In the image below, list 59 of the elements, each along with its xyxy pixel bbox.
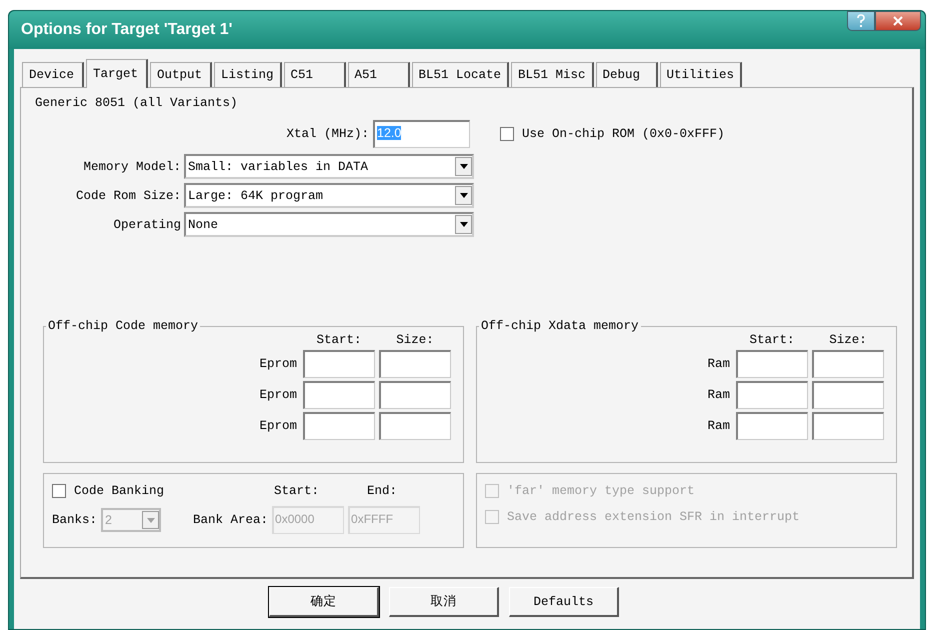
row-label: Eprom	[258, 388, 298, 402]
device-name: Generic 8051 (all Variants)	[35, 96, 238, 110]
input-field[interactable]	[379, 381, 451, 409]
column-header: Start:	[315, 333, 362, 347]
close-icon	[892, 15, 904, 27]
tab[interactable]: Output	[150, 62, 212, 87]
tab[interactable]: Debug	[596, 62, 658, 87]
column-header: Start:	[748, 333, 796, 347]
group-title: Off-chip Xdata memory	[480, 319, 640, 333]
tab[interactable]: Listing	[214, 62, 282, 87]
dropdown[interactable]: None	[184, 212, 474, 237]
row-label: Ram	[706, 357, 731, 371]
column-header: Size:	[828, 333, 868, 347]
column-header: Start:	[274, 484, 320, 498]
input-field[interactable]	[303, 350, 375, 378]
input-field[interactable]	[736, 381, 808, 409]
checkbox-label: 'far' memory type support	[507, 484, 695, 498]
input-field[interactable]	[379, 350, 451, 378]
row-label: Eprom	[258, 419, 298, 433]
close-button[interactable]	[875, 11, 921, 31]
checkbox-label: Save address extension SFR in interrupt	[507, 510, 800, 524]
bank-area-label: Bank Area:	[193, 513, 268, 527]
input-field[interactable]	[736, 350, 808, 378]
select-label: Code Rom Size:	[74, 188, 182, 202]
input-field[interactable]	[812, 350, 884, 378]
column-header: Size:	[395, 333, 435, 347]
dialog-button[interactable]: 取消	[389, 587, 499, 617]
select-label: Operating	[112, 218, 182, 232]
row-label: Ram	[706, 419, 731, 433]
help-button[interactable]	[847, 11, 875, 31]
input-field[interactable]	[812, 381, 884, 409]
row-label: Eprom	[258, 357, 298, 371]
dialog-button[interactable]: Defaults	[509, 587, 619, 617]
input-field[interactable]	[303, 381, 375, 409]
input-field[interactable]	[303, 412, 375, 440]
tab[interactable]: C51	[284, 62, 346, 87]
select-label: Memory Model:	[82, 160, 182, 174]
tab[interactable]: Device	[22, 62, 84, 87]
tab[interactable]: Target	[86, 59, 148, 88]
checkbox-label: Use On-chip ROM (0x0-0xFFF)	[522, 127, 725, 141]
window-title: Options for Target 'Target 1'	[21, 21, 232, 39]
xtal-label: Xtal (MHz):	[285, 127, 370, 141]
input-field[interactable]	[379, 412, 451, 440]
help-icon	[855, 14, 867, 28]
tab[interactable]: Utilities	[660, 62, 742, 87]
checkbox[interactable]	[500, 127, 514, 141]
column-header: End:	[367, 484, 398, 498]
tab[interactable]: A51	[348, 62, 410, 87]
tab[interactable]: BL51 Misc	[511, 62, 594, 87]
input-field[interactable]	[736, 412, 808, 440]
group-title: Off-chip Code memory	[47, 319, 200, 333]
row-label: Ram	[706, 388, 731, 402]
dropdown[interactable]: Large: 64K program	[184, 183, 474, 208]
dialog-button[interactable]: 确定	[269, 587, 379, 617]
input-field[interactable]	[812, 412, 884, 440]
tab[interactable]: BL51 Locate	[412, 62, 510, 87]
checkbox-label: Code Banking	[74, 484, 164, 498]
dropdown[interactable]: Small: variables in DATA	[184, 154, 474, 179]
banks-label: Banks:	[52, 513, 98, 527]
